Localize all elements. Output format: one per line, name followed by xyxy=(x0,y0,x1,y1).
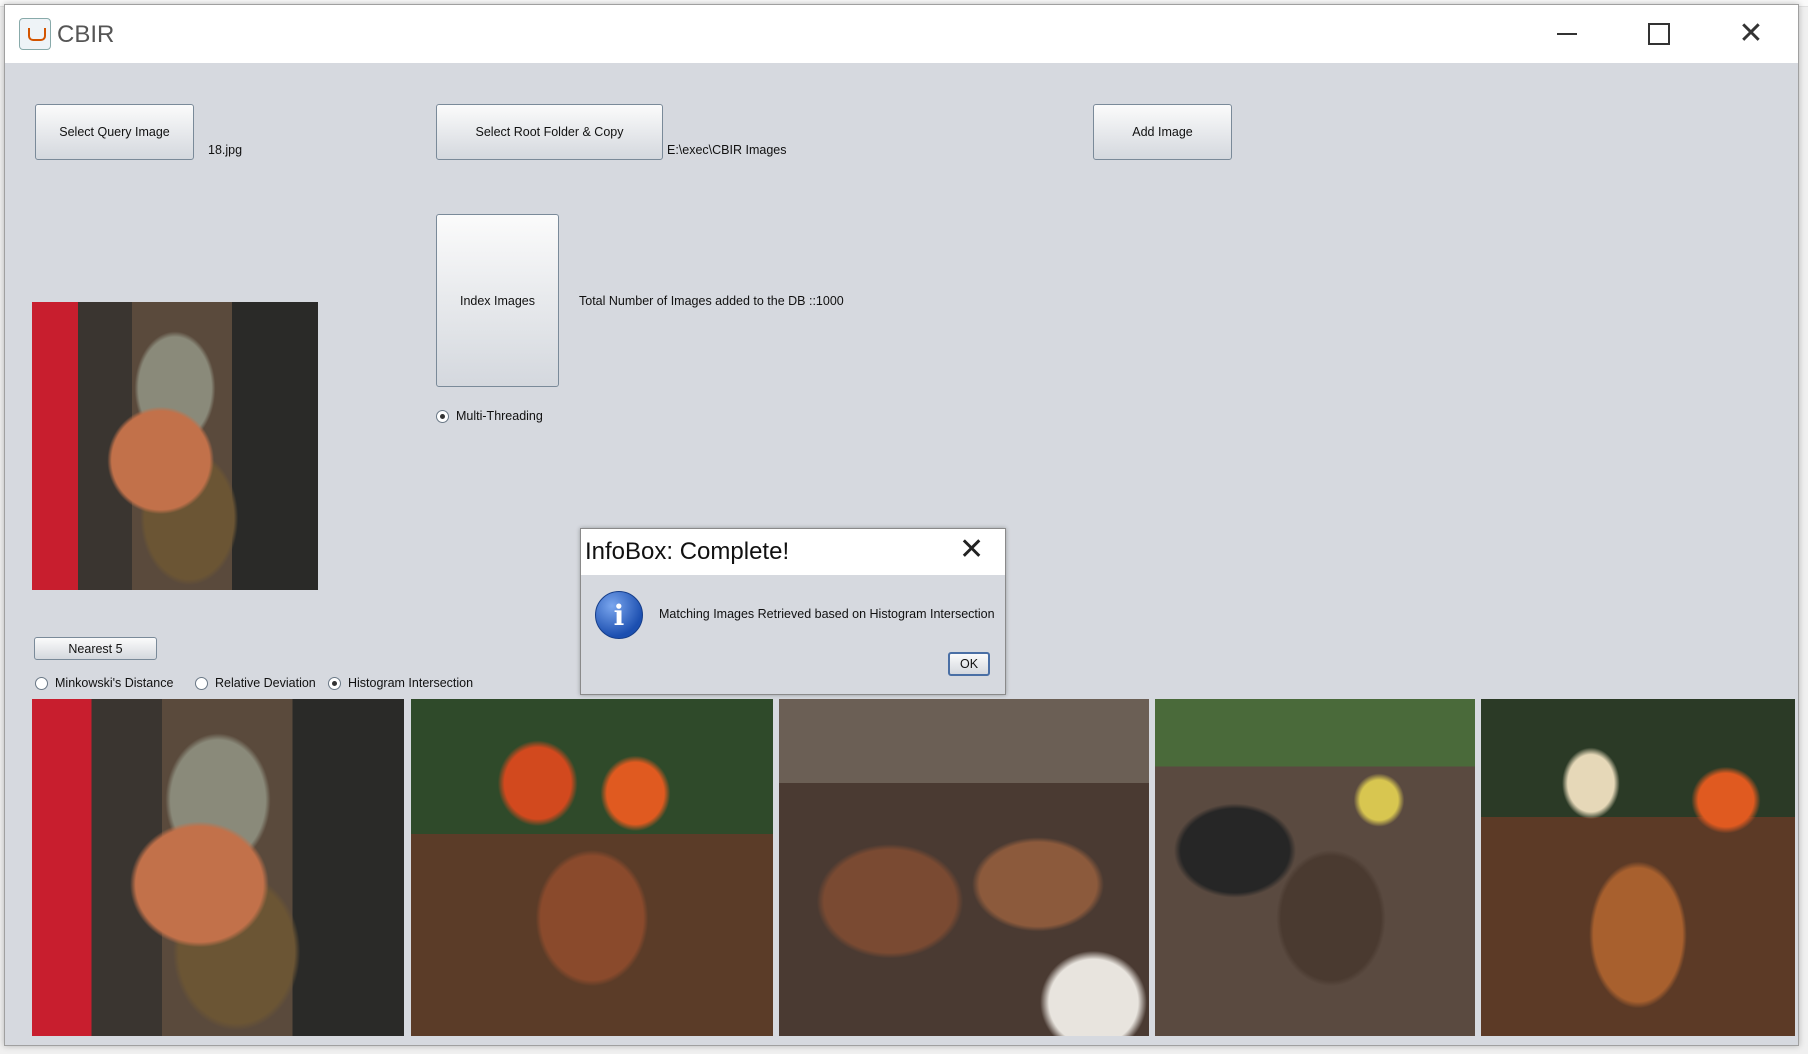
result-image-5 xyxy=(1481,699,1795,1036)
info-icon: i xyxy=(595,591,643,639)
minimize-button[interactable] xyxy=(1521,5,1613,63)
result-image-3 xyxy=(779,699,1149,1036)
radio-selected-icon xyxy=(436,409,449,423)
dialog-close-icon[interactable]: ✕ xyxy=(959,535,984,565)
query-filename-label: 18.jpg xyxy=(208,143,243,157)
add-image-button[interactable]: Add Image xyxy=(1093,104,1232,160)
index-images-button[interactable]: Index Images xyxy=(436,214,559,387)
select-query-image-button[interactable]: Select Query Image xyxy=(35,104,194,160)
result-image-2 xyxy=(411,699,773,1036)
info-dialog: InfoBox: Complete! ✕ i Matching Images R… xyxy=(580,528,1006,695)
minkowski-distance-radio[interactable]: Minkowski's Distance xyxy=(35,676,173,690)
root-path-label: E:\exec\CBIR Images xyxy=(667,143,787,157)
index-status-label: Total Number of Images added to the DB :… xyxy=(579,294,844,308)
select-root-folder-button[interactable]: Select Root Folder & Copy xyxy=(436,104,663,160)
dialog-title: InfoBox: Complete! xyxy=(585,538,790,565)
histogram-intersection-label: Histogram Intersection xyxy=(348,676,474,690)
result-image-4 xyxy=(1155,699,1475,1036)
minimize-icon xyxy=(1557,33,1577,35)
relative-deviation-radio[interactable]: Relative Deviation xyxy=(195,676,316,690)
histogram-intersection-radio[interactable]: Histogram Intersection xyxy=(328,676,473,690)
maximize-icon xyxy=(1648,23,1670,45)
nearest-5-button[interactable]: Nearest 5 xyxy=(34,637,157,660)
radio-selected-icon xyxy=(328,676,341,690)
close-icon: ✕ xyxy=(1738,17,1764,50)
close-button[interactable]: ✕ xyxy=(1705,5,1797,63)
title-bar: CBIR ✕ xyxy=(5,5,1798,63)
minkowski-distance-label: Minkowski's Distance xyxy=(55,676,174,690)
radio-unselected-icon xyxy=(35,676,48,690)
dialog-message: Matching Images Retrieved based on Histo… xyxy=(659,607,995,621)
query-image-preview xyxy=(32,302,318,590)
multithreading-label: Multi-Threading xyxy=(456,409,543,423)
java-app-icon xyxy=(19,18,51,50)
dialog-title-bar: InfoBox: Complete! ✕ xyxy=(581,529,1005,575)
multithreading-radio[interactable]: Multi-Threading xyxy=(436,409,543,423)
result-image-1 xyxy=(32,699,404,1036)
maximize-button[interactable] xyxy=(1613,5,1705,63)
ok-button[interactable]: OK xyxy=(948,652,990,676)
relative-deviation-label: Relative Deviation xyxy=(215,676,316,690)
window-title: CBIR xyxy=(57,21,115,48)
cbir-window: CBIR ✕ Select Query Image 18.jpg Select … xyxy=(4,4,1799,1046)
radio-unselected-icon xyxy=(195,676,208,690)
